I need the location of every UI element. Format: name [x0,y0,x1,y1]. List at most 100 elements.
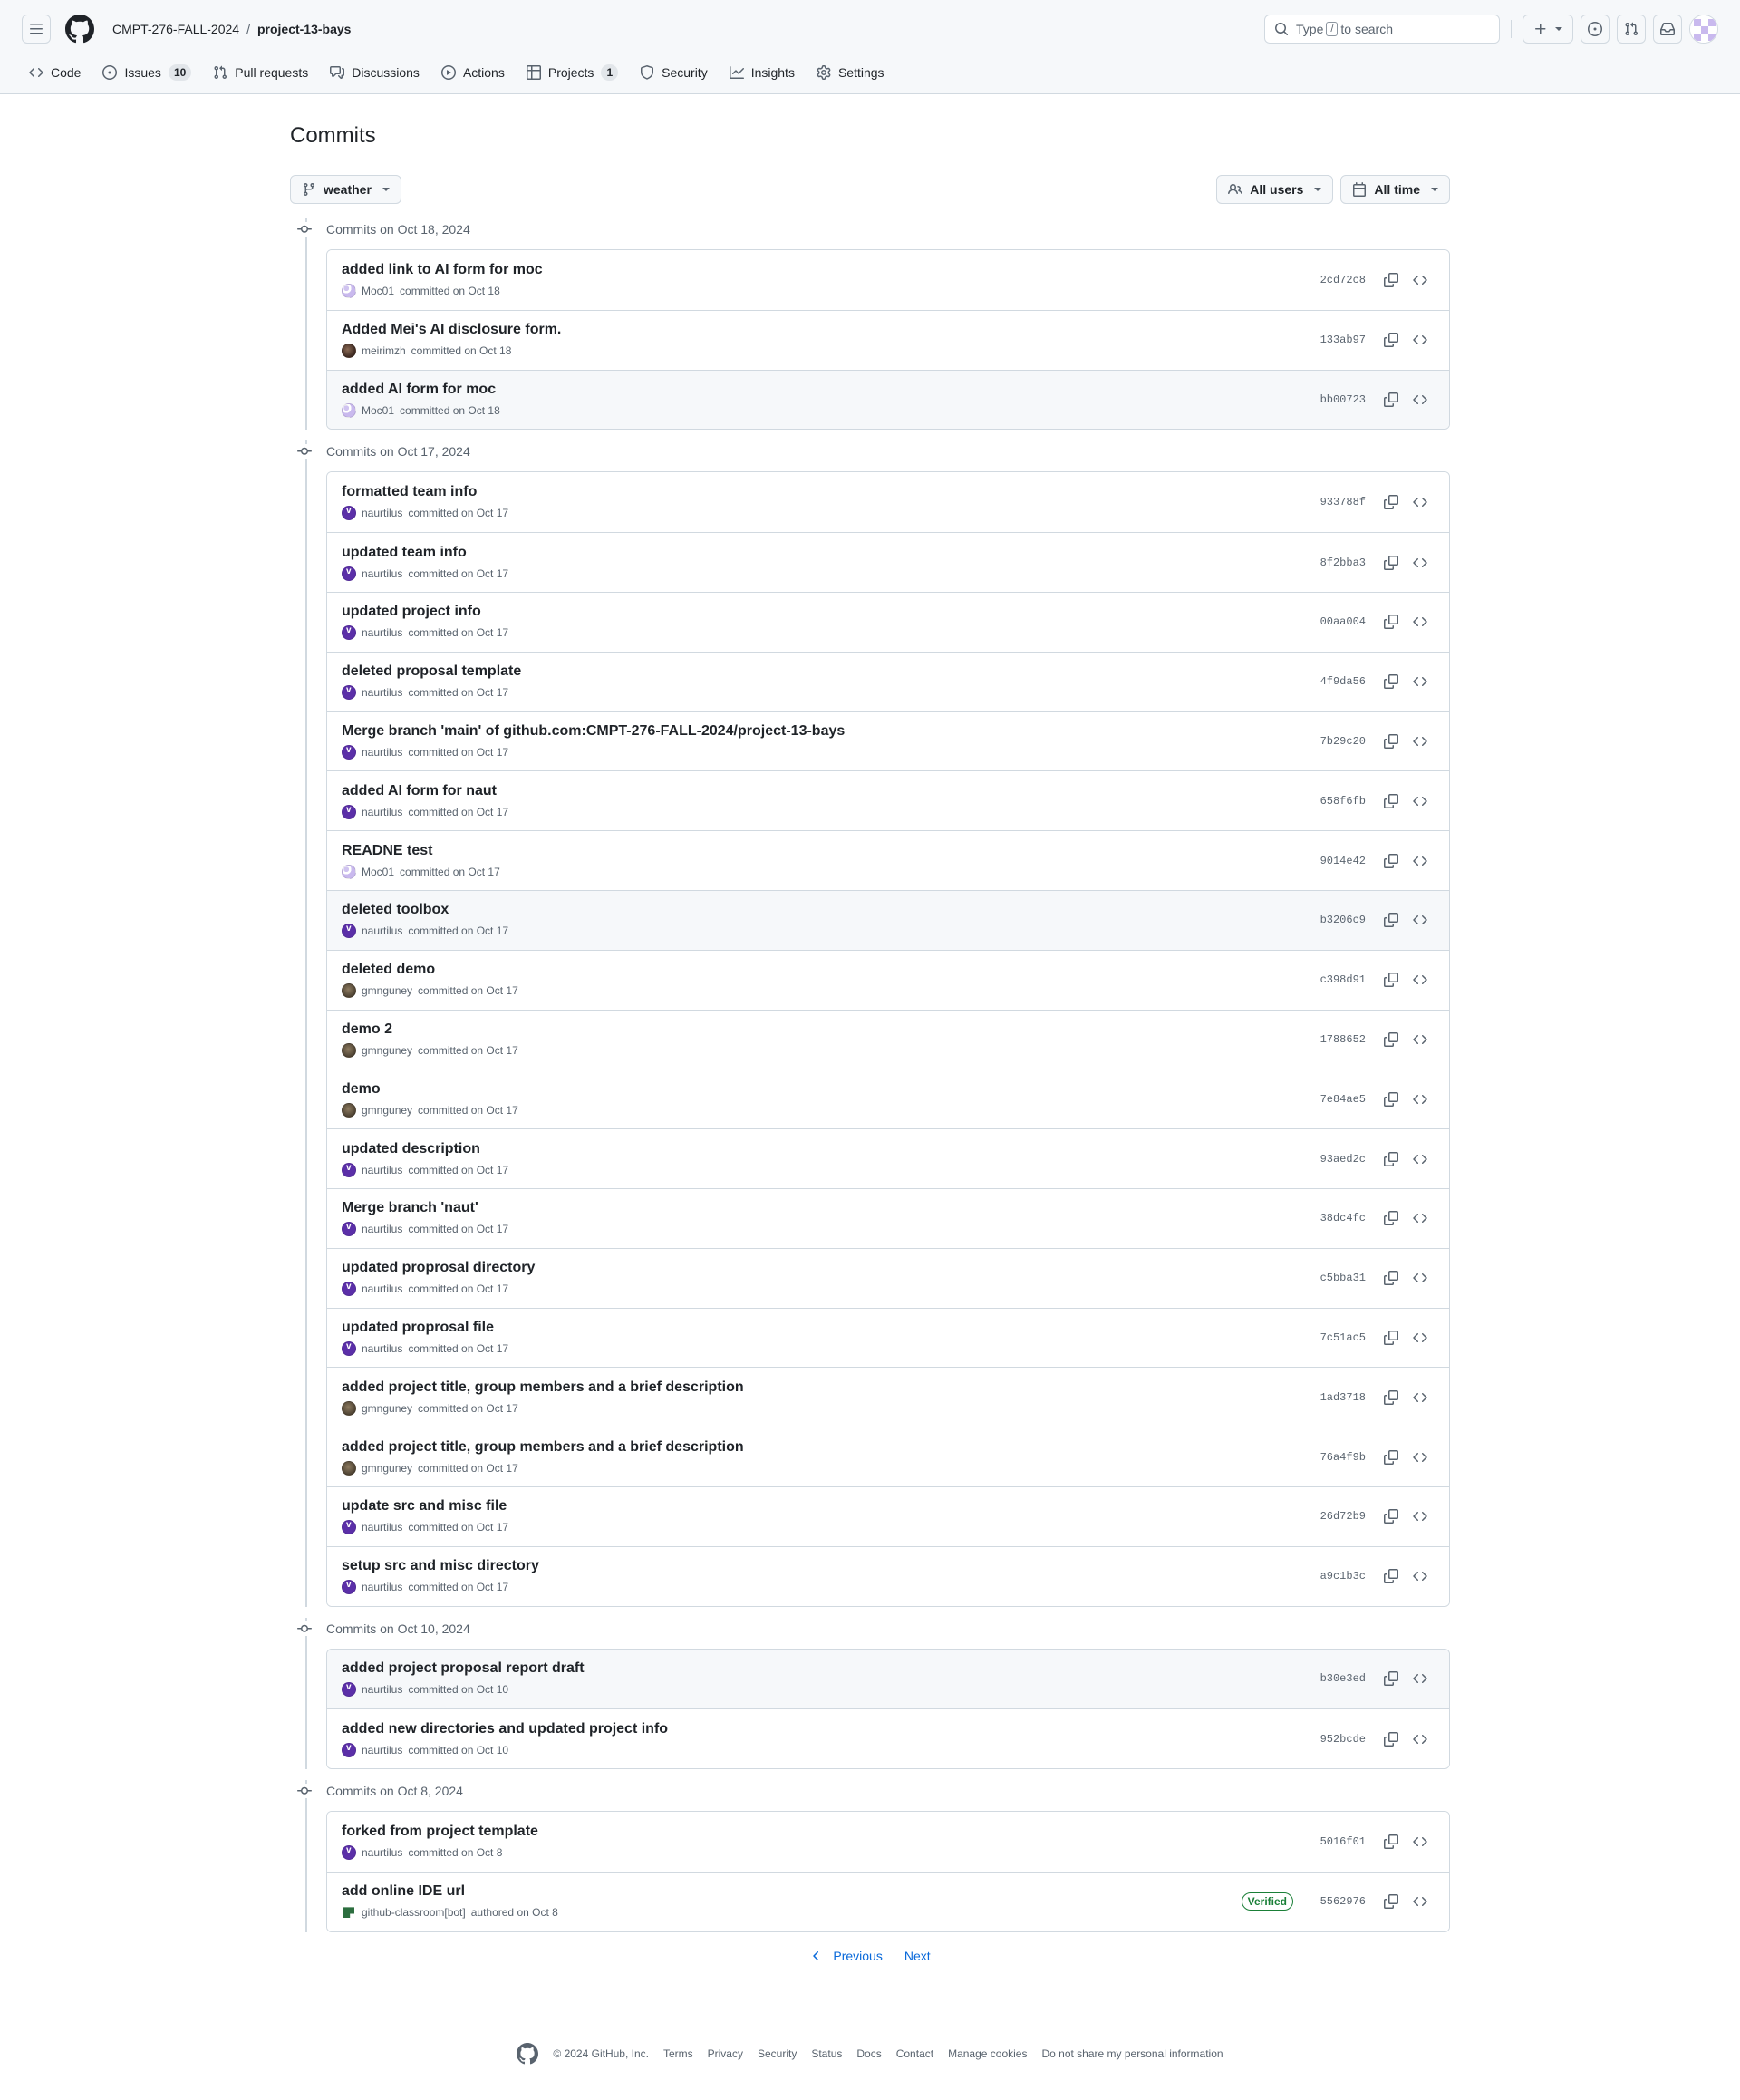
commit-author-link[interactable]: gmnguney [362,1462,412,1475]
commit-sha-link[interactable]: 9014e42 [1315,855,1366,867]
copy-icon[interactable] [1377,787,1406,816]
copy-icon[interactable] [1377,1562,1406,1591]
author-avatar[interactable] [342,804,356,819]
browse-code-icon[interactable] [1406,1204,1435,1233]
author-avatar[interactable] [342,864,356,879]
commit-sha-link[interactable]: 93aed2c [1315,1153,1366,1166]
browse-code-icon[interactable] [1406,1145,1435,1174]
author-avatar[interactable] [342,744,356,760]
commit-title-link[interactable]: added link to AI form for moc [342,262,1315,278]
commit-sha-link[interactable]: 952bcde [1315,1733,1366,1746]
commit-row[interactable]: added project title, group members and a… [327,1367,1449,1427]
author-avatar[interactable] [342,1400,356,1416]
commit-row[interactable]: setup src and misc directory naurtilus c… [327,1545,1449,1606]
commit-row[interactable]: updated description naurtilus committed … [327,1128,1449,1188]
tab-insights[interactable]: Insights [722,58,802,87]
commit-author-link[interactable]: naurtilus [362,746,402,759]
commit-sha-link[interactable]: 5016f01 [1315,1835,1366,1848]
commit-row[interactable]: updated proprosal directory naurtilus co… [327,1247,1449,1308]
author-avatar[interactable] [342,402,356,418]
commit-title-link[interactable]: added project proposal report draft [342,1660,1315,1677]
commit-row[interactable]: added project title, group members and a… [327,1427,1449,1486]
browse-code-icon[interactable] [1406,1443,1435,1472]
author-avatar[interactable] [342,344,356,359]
commit-row[interactable]: deleted toolbox naurtilus committed on O… [327,889,1449,950]
browse-code-icon[interactable] [1406,266,1435,295]
commit-sha-link[interactable]: 1788652 [1315,1033,1366,1046]
copy-icon[interactable] [1377,488,1406,517]
tab-discussions[interactable]: Discussions [323,58,427,87]
commit-title-link[interactable]: demo 2 [342,1021,1315,1038]
github-logo-icon[interactable] [65,15,94,44]
copy-icon[interactable] [1377,667,1406,696]
author-avatar[interactable] [342,1282,356,1297]
author-avatar[interactable] [342,1102,356,1118]
author-avatar[interactable] [342,566,356,581]
commit-row[interactable]: added new directories and updated projec… [327,1708,1449,1769]
commit-row[interactable]: added AI form for naut naurtilus committ… [327,770,1449,831]
commit-author-link[interactable]: Moc01 [362,866,394,878]
commit-author-link[interactable]: naurtilus [362,1744,402,1756]
commit-author-link[interactable]: naurtilus [362,1223,402,1235]
commit-row[interactable]: READNE test Moc01 committed on Oct 17 90… [327,830,1449,890]
tab-settings[interactable]: Settings [809,58,892,87]
commit-title-link[interactable]: updated proprosal directory [342,1260,1315,1276]
commit-sha-link[interactable]: c5bba31 [1315,1272,1366,1284]
commit-title-link[interactable]: updated proprosal file [342,1320,1315,1336]
commit-title-link[interactable]: forked from project template [342,1824,1315,1840]
commit-title-link[interactable]: updated description [342,1141,1315,1157]
browse-code-icon[interactable] [1406,1887,1435,1916]
commit-author-link[interactable]: gmnguney [362,1044,412,1057]
copy-icon[interactable] [1377,965,1406,994]
browse-code-icon[interactable] [1406,548,1435,577]
commit-author-link[interactable]: naurtilus [362,1581,402,1593]
browse-code-icon[interactable] [1406,1664,1435,1693]
tab-code[interactable]: Code [22,58,88,87]
browse-code-icon[interactable] [1406,1725,1435,1754]
commit-row[interactable]: deleted proposal template naurtilus comm… [327,651,1449,711]
commit-row[interactable]: deleted demo gmnguney committed on Oct 1… [327,949,1449,1010]
commit-title-link[interactable]: Merge branch 'main' of github.com:CMPT-2… [342,723,1315,740]
commit-row[interactable]: updated proprosal file naurtilus committ… [327,1307,1449,1368]
footer-link-security[interactable]: Security [758,2047,797,2060]
copy-icon[interactable] [1377,607,1406,636]
commit-author-link[interactable]: gmnguney [362,1402,412,1415]
copy-icon[interactable] [1377,325,1406,354]
footer-link-docs[interactable]: Docs [856,2047,881,2060]
footer-link-manage-cookies[interactable]: Manage cookies [948,2047,1027,2060]
commit-title-link[interactable]: deleted toolbox [342,902,1315,918]
commit-title-link[interactable]: deleted proposal template [342,663,1315,680]
search-input[interactable]: Type / to search [1264,15,1500,44]
commit-author-link[interactable]: naurtilus [362,806,402,818]
commit-sha-link[interactable]: b3206c9 [1315,914,1366,926]
users-filter-button[interactable]: All users [1216,175,1334,204]
browse-code-icon[interactable] [1406,488,1435,517]
browse-code-icon[interactable] [1406,905,1435,934]
copy-icon[interactable] [1377,1502,1406,1531]
copy-icon[interactable] [1377,1664,1406,1693]
commit-title-link[interactable]: demo [342,1081,1315,1098]
commit-sha-link[interactable]: 26d72b9 [1315,1510,1366,1523]
commit-row[interactable]: Merge branch 'main' of github.com:CMPT-2… [327,711,1449,771]
commit-title-link[interactable]: add online IDE url [342,1883,1242,1900]
author-avatar[interactable] [342,283,356,298]
commit-author-link[interactable]: naurtilus [362,1164,402,1176]
pull-requests-button[interactable] [1617,15,1646,44]
commit-title-link[interactable]: deleted demo [342,962,1315,978]
commit-author-link[interactable]: Moc01 [362,285,394,297]
commit-sha-link[interactable]: 1ad3718 [1315,1391,1366,1404]
author-avatar[interactable] [342,1162,356,1177]
commit-author-link[interactable]: naurtilus [362,1846,402,1859]
commit-row[interactable]: demo gmnguney committed on Oct 17 7e84ae… [327,1069,1449,1129]
commit-author-link[interactable]: github-classroom[bot] [362,1906,466,1919]
commit-sha-link[interactable]: 4f9da56 [1315,675,1366,688]
tab-security[interactable]: Security [633,58,715,87]
copy-icon[interactable] [1377,1827,1406,1856]
commit-row[interactable]: added project proposal report draft naur… [327,1649,1449,1709]
time-filter-button[interactable]: All time [1340,175,1450,204]
copy-icon[interactable] [1377,266,1406,295]
commit-author-link[interactable]: naurtilus [362,686,402,699]
commit-author-link[interactable]: gmnguney [362,1104,412,1117]
commit-row[interactable]: Merge branch 'naut' naurtilus committed … [327,1187,1449,1248]
inbox-button[interactable] [1653,15,1682,44]
